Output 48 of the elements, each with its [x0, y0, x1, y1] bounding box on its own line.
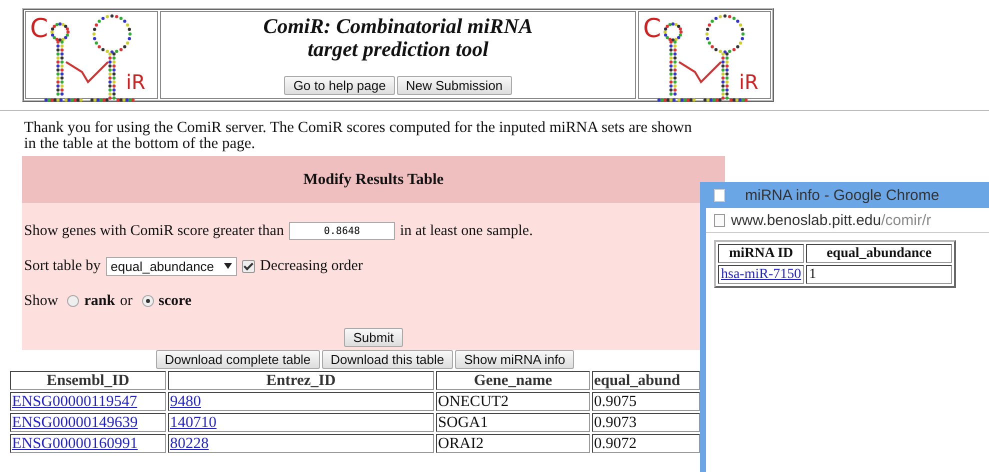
caret-icon — [224, 263, 232, 269]
table-cell: ORAI2 — [436, 434, 590, 453]
column-header: equal_abund — [592, 371, 700, 390]
table-button[interactable]: Download complete table — [156, 350, 320, 369]
checkbox-label: Decreasing order — [260, 258, 363, 274]
site-title: target prediction tool — [308, 38, 488, 61]
table-cell: 1 — [806, 265, 952, 284]
table-cell: 0.9072 — [592, 434, 700, 453]
table-button[interactable]: Download this table — [322, 350, 454, 369]
table-cell: 0.9073 — [592, 413, 700, 432]
radio-button[interactable] — [67, 295, 80, 307]
field-label: Show genes with ComiR score greater than — [24, 222, 284, 240]
logo-letter: C — [30, 16, 48, 42]
header-button[interactable]: New Submission — [396, 76, 512, 95]
table-link[interactable]: 9480 — [170, 393, 201, 410]
page-icon — [714, 188, 725, 202]
page-icon — [714, 214, 725, 226]
column-header: Gene_name — [436, 371, 590, 390]
table-cell: ONECUT2 — [436, 392, 590, 411]
table-cell: 0.9075 — [592, 392, 700, 411]
column-header: equal_abundance — [806, 244, 952, 263]
submit-button[interactable]: Submit — [344, 328, 403, 346]
panel-title: Modify Results Table — [22, 156, 725, 203]
table-link[interactable]: 140710 — [170, 414, 216, 431]
field-label: in at least one sample. — [400, 222, 533, 240]
table-cell: SOGA1 — [436, 413, 590, 432]
site-title: ComiR: Combinatorial miRNA — [263, 15, 533, 38]
logo-letter: iR — [126, 72, 146, 92]
header-button[interactable]: Go to help page — [284, 76, 395, 95]
field-label: Sort table by — [24, 258, 101, 274]
field-label: or — [120, 292, 133, 310]
logo-letter: iR — [739, 72, 758, 92]
radio-label: score — [158, 292, 192, 310]
logo-letter: C — [643, 16, 662, 42]
window-title: miRNA info - Google Chrome — [745, 186, 940, 204]
radio-label: rank — [84, 292, 116, 310]
radio-button[interactable] — [142, 295, 154, 307]
field-label: Show — [24, 292, 58, 310]
url-text: www.benoslab.pitt.edu/comir/r — [731, 212, 932, 228]
checkbox[interactable] — [242, 260, 256, 272]
column-header: Entrez_ID — [168, 371, 434, 390]
intro-text: Thank you for using the ComiR server. The ComiR scores computed for the inputed miRNA sets are shown in the table at the bottom of the page. — [24, 120, 693, 152]
column-header: Ensembl_ID — [10, 371, 166, 390]
table-button[interactable]: Show miRNA info — [455, 350, 574, 369]
table-link[interactable]: 80228 — [170, 435, 209, 452]
score-field[interactable]: 0.8648 — [288, 222, 395, 240]
column-header: miRNA ID — [718, 244, 804, 263]
sort-dropdown[interactable]: equal_abundance — [106, 256, 238, 276]
